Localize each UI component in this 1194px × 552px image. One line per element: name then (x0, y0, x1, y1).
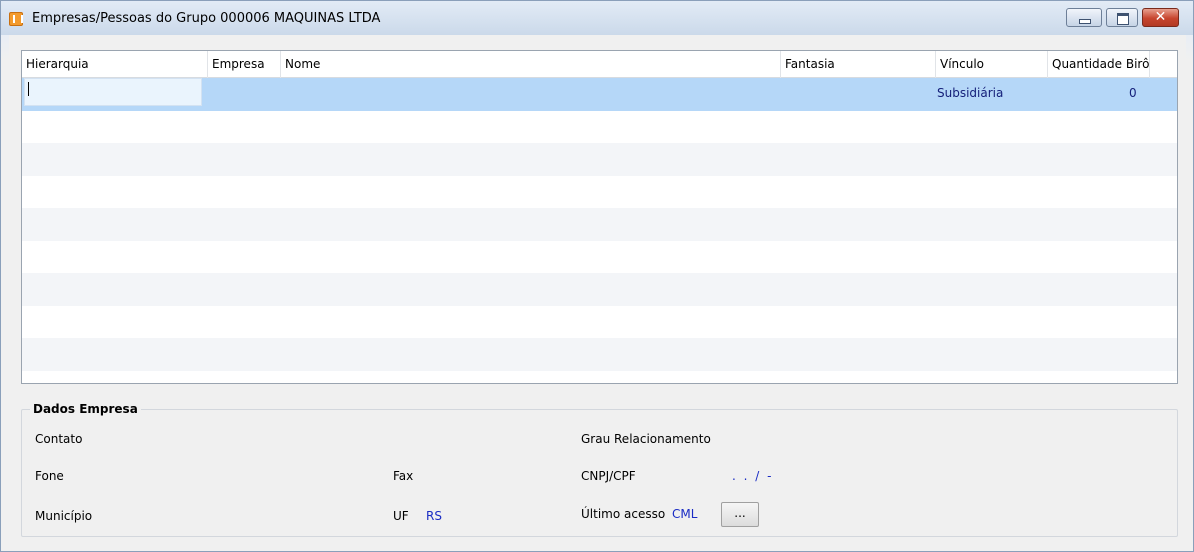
column-header-empresa[interactable]: Empresa (208, 51, 281, 78)
cnpj-cpf-value: . . / - (732, 469, 774, 483)
close-icon: ✕ (1154, 9, 1167, 25)
table-row[interactable]: Subsidiária 0 (22, 78, 1177, 111)
app-logo-icon (9, 12, 23, 26)
dados-empresa-group: Dados Empresa Contato Grau Relacionament… (21, 402, 1178, 537)
column-header-nome[interactable]: Nome (281, 51, 781, 78)
dialog-content: Hierarquia Empresa Nome Fantasia Vínculo… (9, 35, 1186, 545)
grid-header: Hierarquia Empresa Nome Fantasia Vínculo… (22, 51, 1177, 78)
uf-label: UF (393, 509, 409, 523)
ultimo-acesso-label: Último acesso (581, 507, 666, 521)
uf-value: RS (426, 509, 442, 523)
close-button[interactable]: ✕ (1142, 8, 1179, 27)
fone-label: Fone (35, 469, 64, 483)
hierarquia-cell-editor[interactable] (24, 78, 202, 106)
text-caret (28, 82, 29, 96)
grau-relacionamento-label: Grau Relacionamento (581, 432, 711, 446)
empty-row (22, 176, 1177, 209)
empty-row (22, 306, 1177, 339)
cell-quantidade-biro: 0 (1129, 86, 1137, 100)
cell-vinculo: Subsidiária (937, 86, 1004, 100)
browse-button[interactable]: ... (721, 502, 759, 527)
column-header-fantasia[interactable]: Fantasia (781, 51, 936, 78)
column-header-quantidade-biro[interactable]: Quantidade Birô (1048, 51, 1150, 78)
empty-row (22, 241, 1177, 274)
column-header-hierarquia[interactable]: Hierarquia (22, 51, 208, 78)
empty-row (22, 143, 1177, 176)
empty-row (22, 111, 1177, 144)
cnpj-cpf-label: CNPJ/CPF (581, 469, 636, 483)
group-title: Dados Empresa (30, 402, 141, 416)
empty-row (22, 338, 1177, 371)
empty-row (22, 208, 1177, 241)
municipio-label: Município (35, 509, 93, 523)
dialog-window: Empresas/Pessoas do Grupo 000006 MAQUINA… (0, 0, 1194, 552)
window-title: Empresas/Pessoas do Grupo 000006 MAQUINA… (32, 11, 381, 26)
empty-row (22, 273, 1177, 306)
title-bar[interactable]: Empresas/Pessoas do Grupo 000006 MAQUINA… (1, 1, 1193, 35)
minimize-button[interactable] (1066, 8, 1102, 27)
column-header-vinculo[interactable]: Vínculo (936, 51, 1048, 78)
contato-label: Contato (35, 432, 83, 446)
empty-row (22, 371, 1177, 383)
fax-label: Fax (393, 469, 414, 483)
ultimo-acesso-value: CML (672, 507, 698, 521)
maximize-button[interactable] (1106, 8, 1138, 27)
companies-grid[interactable]: Hierarquia Empresa Nome Fantasia Vínculo… (21, 50, 1178, 384)
